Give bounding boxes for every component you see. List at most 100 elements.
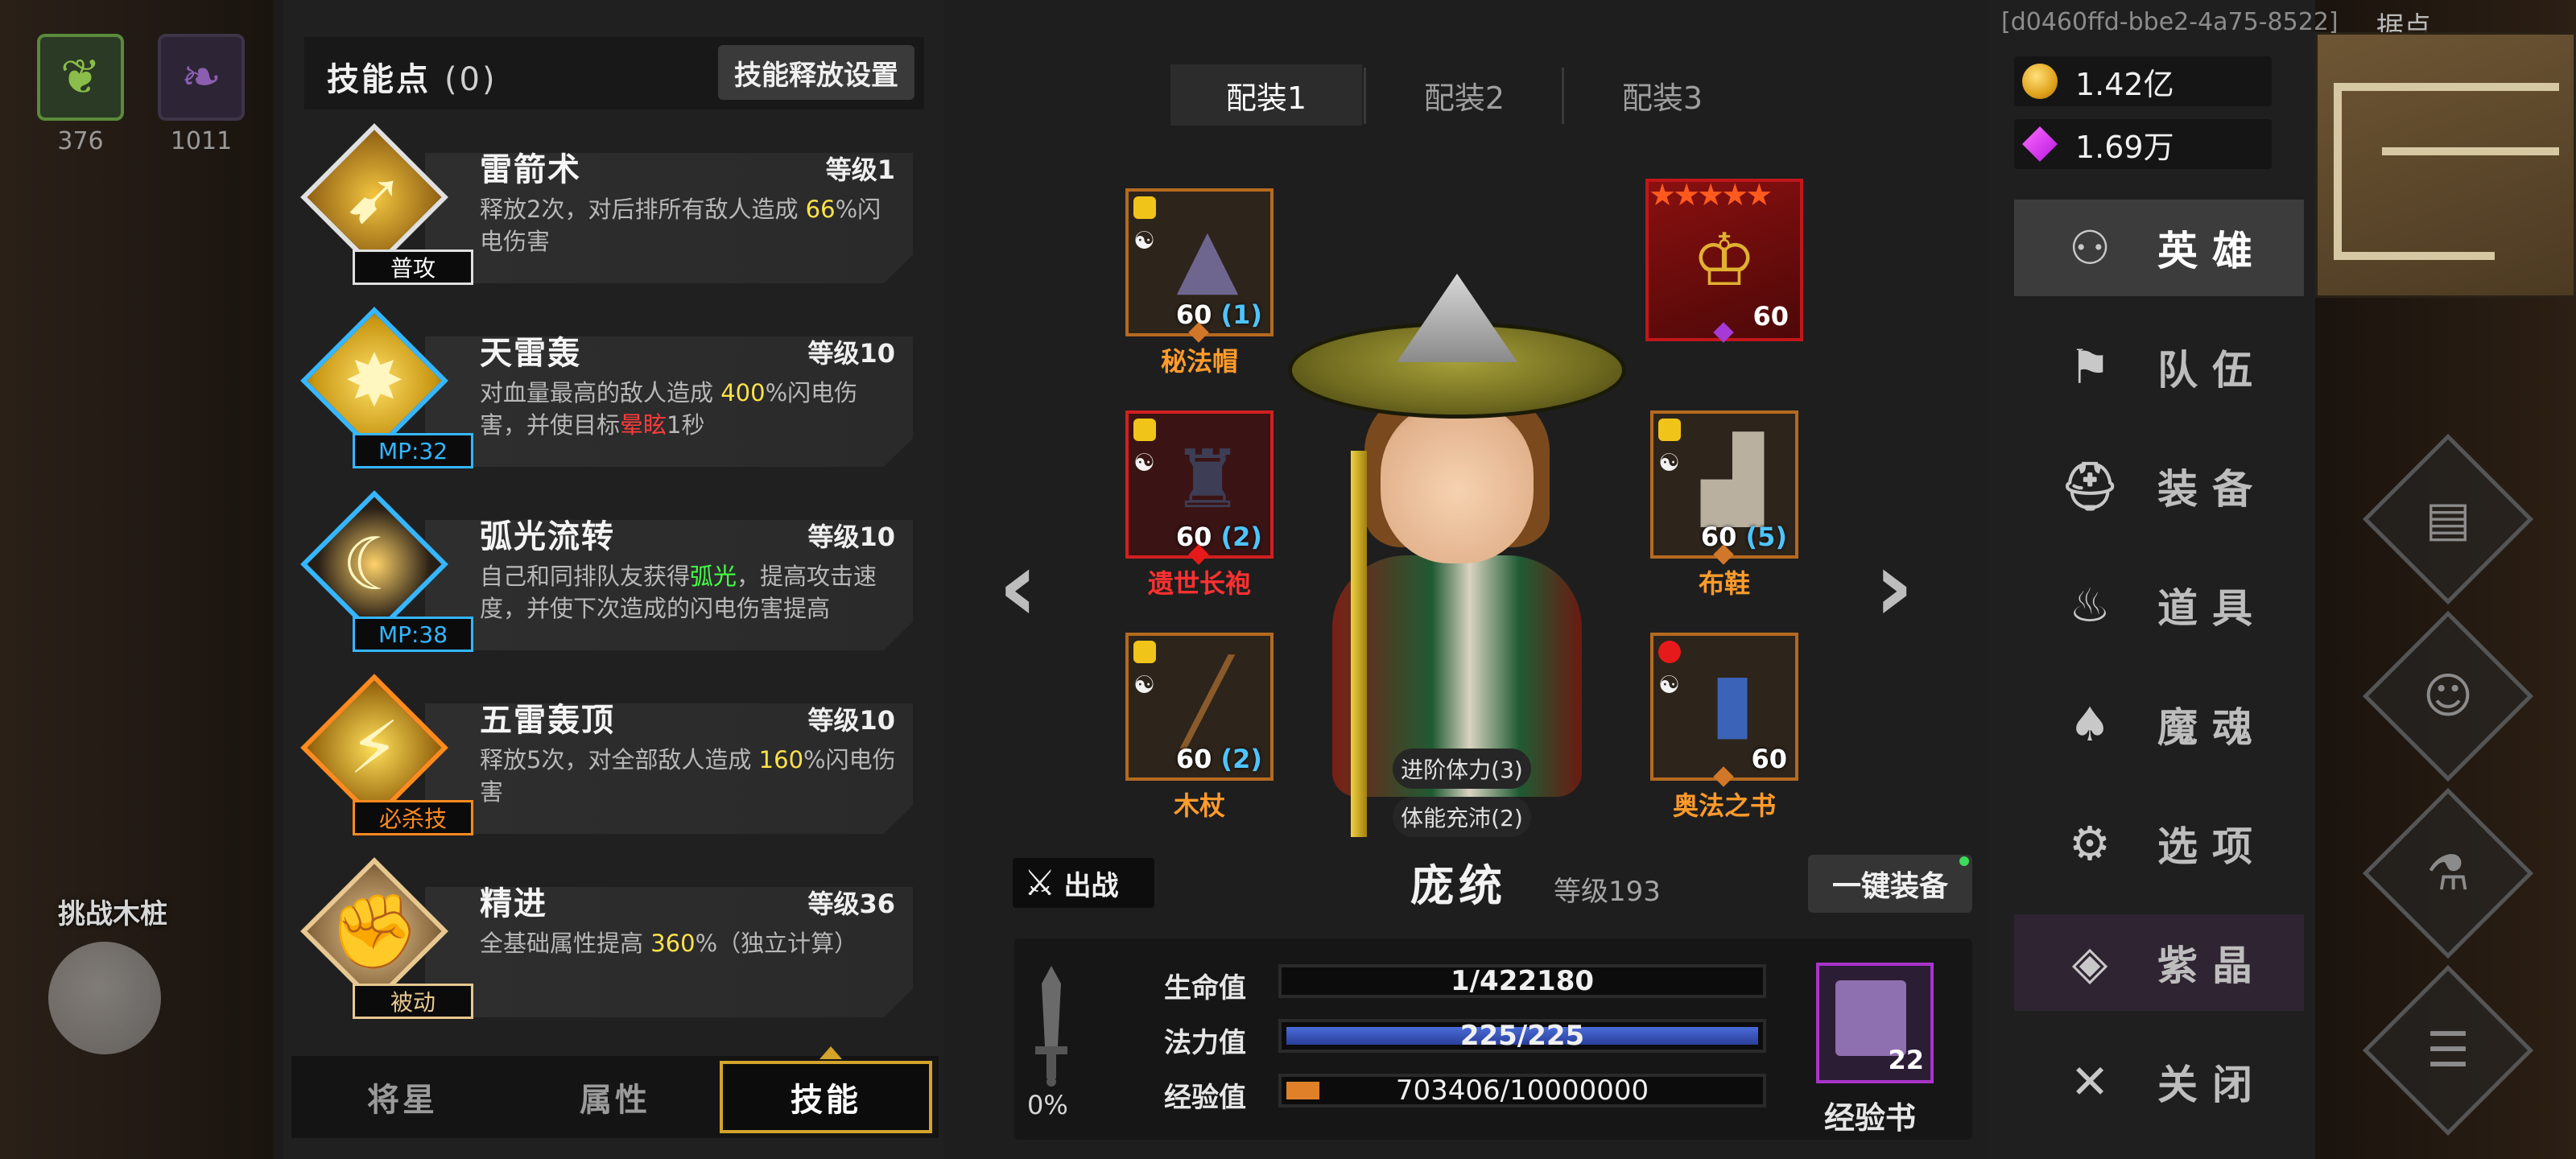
tab-loadout-1[interactable]: 配装1: [1170, 64, 1362, 126]
exp-value: 703406/10000000: [1395, 1074, 1649, 1107]
nav-items[interactable]: ♨ 道具: [2014, 557, 2304, 654]
bag-icon: ♨: [2069, 578, 2111, 633]
tab-attributes[interactable]: 属性: [509, 1061, 721, 1133]
nav-soul[interactable]: ♠ 魔魂: [2014, 676, 2304, 773]
equip-slot-robe[interactable]: ☯ ♜ 60 (2): [1125, 410, 1274, 559]
skill-release-settings-button[interactable]: 技能释放设置: [718, 45, 914, 100]
blue-book-icon: ▮: [1710, 654, 1755, 749]
equip-name-robe: 遗世长袍: [1147, 568, 1251, 599]
hood-icon: ▲: [1176, 209, 1239, 304]
skill-description: 全基础属性提高 360%（独立计算）: [480, 927, 898, 959]
equip-level: 60 (2): [1175, 522, 1262, 552]
skill-description-segment: %（独立计算）: [695, 930, 858, 957]
sortie-button[interactable]: ⚔ 出战: [1013, 858, 1154, 908]
nav-team[interactable]: ⚑ 队伍: [2014, 319, 2304, 415]
tab-loadout-2[interactable]: 配装2: [1368, 64, 1560, 126]
skill-level: 等级1: [825, 155, 895, 185]
tab-loadout-3[interactable]: 配装3: [1567, 64, 1758, 126]
tab-skills[interactable]: 技能: [720, 1061, 932, 1133]
hero-hat-cone: [1397, 274, 1517, 362]
skill-row[interactable]: ⚡ 必杀技 五雷轰顶 等级10 释放5次，对全部敌人造成 160%闪电伤害: [300, 674, 913, 848]
resource-count-leaf: 376: [57, 127, 104, 155]
hp-bar: 1/422180: [1278, 964, 1766, 998]
equip-name-hat: 秘法帽: [1160, 346, 1238, 377]
hero-level: 等级193: [1554, 876, 1661, 908]
yin-yang-icon: ☯: [1658, 671, 1680, 699]
yin-yang-icon: ☯: [1658, 449, 1680, 477]
skill-description: 对血量最高的敌人造成 400%闪电伤害，并使目标晕眩1秒: [480, 377, 898, 441]
minimap[interactable]: [2315, 32, 2576, 298]
hero-staff: [1351, 451, 1367, 837]
equip-level: 60 (1): [1175, 299, 1262, 330]
equip-level: 60: [1751, 744, 1787, 774]
skill-row[interactable]: ✊ 被动 精进 等级36 全基础属性提高 360%（独立计算）: [300, 857, 913, 1032]
green-leaf-icon: ❦: [60, 49, 101, 105]
loadout-divider: [1562, 68, 1564, 124]
skill-description-segment: 160: [758, 746, 804, 773]
training-dummy[interactable]: [48, 942, 161, 1054]
equip-level: 60 (5): [1700, 522, 1787, 552]
crystal-icon: ◈: [2071, 935, 2108, 990]
resource-slot-leaf[interactable]: ❦: [37, 34, 124, 121]
robe-icon: ♜: [1171, 431, 1244, 526]
scroll-icon: ▤: [2425, 491, 2471, 547]
skill-level: 等级10: [807, 705, 895, 736]
nav-soul-label: 魔魂: [2157, 704, 2267, 751]
mp-label: 法力值: [1164, 1027, 1246, 1059]
active-tab-indicator: [819, 1046, 842, 1059]
equip-slot-shoes[interactable]: ☯ ▟ 60 (5): [1650, 410, 1798, 559]
exp-book-label: 经验书: [1824, 1100, 1917, 1136]
one-click-equip-button[interactable]: 一键装备: [1808, 855, 1972, 913]
skill-description-segment: 弧光: [690, 563, 737, 590]
mp-value: 225/225: [1459, 1020, 1585, 1052]
friends-icon: ☺: [2422, 668, 2474, 724]
flame-icon: ♠: [2069, 697, 2111, 752]
stat-pill-vigor[interactable]: 体能充沛(2): [1393, 797, 1531, 837]
hero-figure[interactable]: [1288, 266, 1626, 837]
gem-amount: 1.69万: [2075, 129, 2174, 165]
exp-book-item[interactable]: 22: [1816, 963, 1934, 1083]
nav-heroes-label: 英雄: [2157, 228, 2267, 274]
skill-row[interactable]: ☾ MP:38 弧光流转 等级10 自己和同排队友获得弧光，提高攻击速度，并使下次造成的…: [300, 490, 913, 665]
equip-slot-book[interactable]: ☯ ▮ 60: [1650, 633, 1798, 781]
power-percent: 0%: [1027, 1090, 1068, 1120]
skill-name: 精进: [480, 885, 547, 922]
equip-slot-staff[interactable]: ☯ ╱ 60 (2): [1125, 633, 1274, 781]
nav-team-label: 队伍: [2157, 347, 2267, 394]
next-hero-arrow-icon[interactable]: ›: [1874, 531, 1913, 643]
nav-options[interactable]: ⚙ 选项: [2014, 795, 2304, 892]
skill-description: 释放2次，对后排所有敌人造成 66%闪电伤害: [480, 193, 898, 258]
equip-name-staff: 木杖: [1173, 790, 1225, 821]
prev-hero-arrow-icon[interactable]: ‹: [998, 531, 1038, 643]
skill-description-segment: 对血量最高的敌人造成: [480, 379, 721, 406]
tab-general-star[interactable]: 将星: [296, 1061, 509, 1133]
skill-icon-art: ⚡: [303, 676, 446, 819]
skill-level: 等级10: [807, 338, 895, 369]
player-uid: [d0460ffd-bbe2-4a75-8522]: [2001, 8, 2339, 36]
minimap-wall: [2382, 147, 2559, 155]
skill-name: 雷箭术: [480, 151, 581, 188]
nav-equipment-label: 装备: [2157, 466, 2267, 513]
stat-pill-stamina[interactable]: 进阶体力(3): [1393, 749, 1531, 789]
staff-icon: ╱: [1183, 654, 1232, 749]
minimap-wall: [2334, 83, 2342, 260]
skill-icon-art: ✸: [303, 309, 446, 452]
resource-slot-feather[interactable]: ❧: [158, 34, 245, 121]
skill-name: 弧光流转: [480, 518, 615, 555]
gem-display: 1.69万: [2014, 119, 2272, 169]
gold-coin-icon: [2022, 64, 2058, 99]
hero-name: 庞统: [1410, 860, 1507, 911]
skill-row[interactable]: ➹ 普攻 雷箭术 等级1 释放2次，对后排所有敌人造成 66%闪电伤害: [300, 123, 913, 298]
nav-equipment[interactable]: ⛑ 装备: [2014, 438, 2304, 534]
nav-heroes[interactable]: ⚇ 英雄: [2014, 200, 2304, 296]
nav-close-label: 关闭: [2157, 1062, 2267, 1108]
skill-row[interactable]: ✸ MP:32 天雷轰 等级10 对血量最高的敌人造成 400%闪电伤害，并使目标晕眩1…: [300, 307, 913, 481]
yin-yang-icon: ☯: [1133, 449, 1155, 477]
skill-level: 等级10: [807, 522, 895, 552]
nav-amethyst[interactable]: ◈ 紫晶: [2014, 914, 2304, 1011]
nav-close[interactable]: ✕ 关闭: [2014, 1033, 2304, 1130]
equip-slot-hat[interactable]: ☯ ▲ 60 (1): [1125, 188, 1274, 336]
heroes-icon: ⚇: [2069, 221, 2111, 275]
skill-tag: MP:38: [353, 617, 473, 652]
skill-name: 五雷轰顶: [480, 702, 615, 739]
